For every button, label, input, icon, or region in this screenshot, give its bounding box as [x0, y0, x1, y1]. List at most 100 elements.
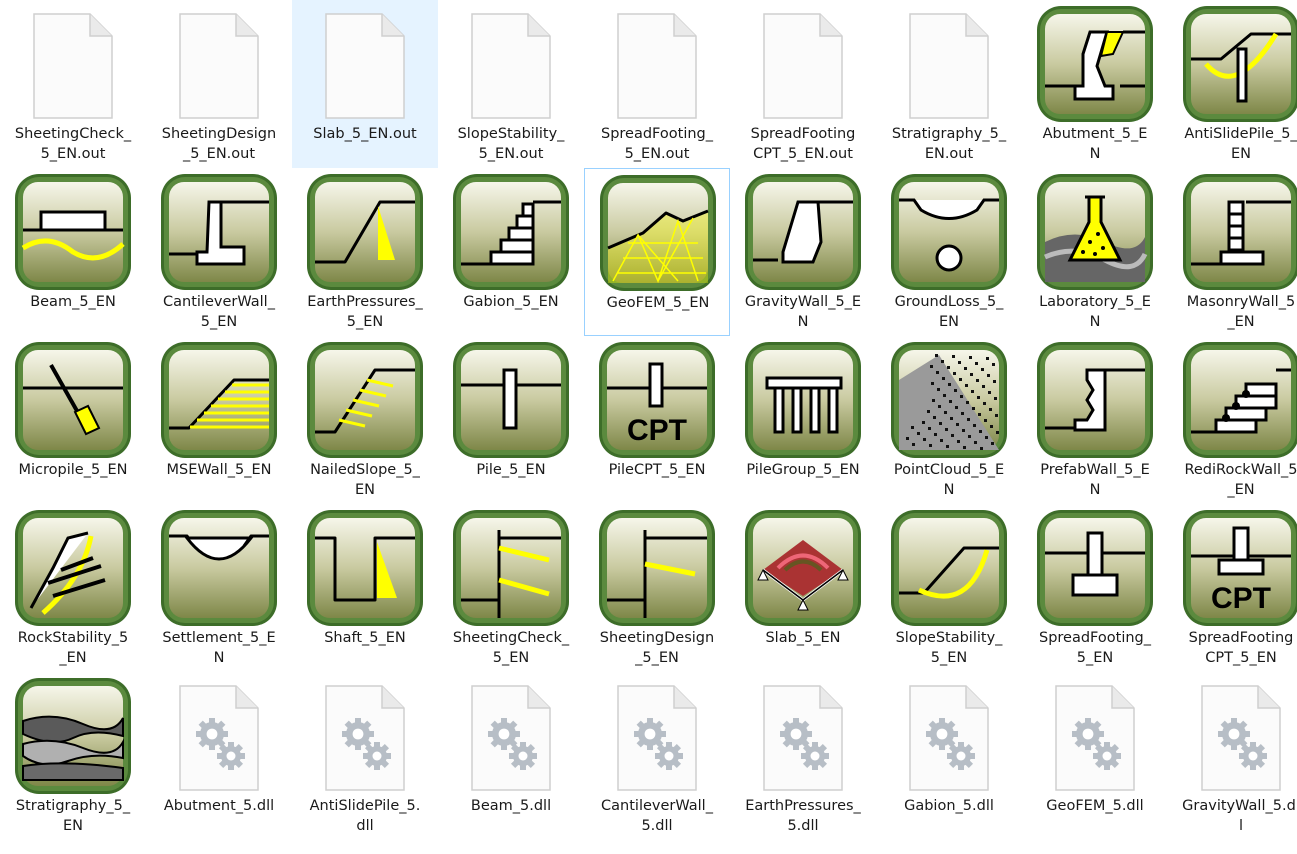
- file-name-label: PileCPT_5_EN: [608, 462, 706, 478]
- file-item[interactable]: SheetingDesign _5_EN: [584, 504, 730, 672]
- file-item[interactable]: EarthPressures_ 5_EN: [292, 168, 438, 336]
- file-item[interactable]: SheetingCheck_ 5_EN.out: [0, 0, 146, 168]
- blank-file-icon: [438, 0, 584, 124]
- blank-file-icon: [292, 0, 438, 124]
- file-item[interactable]: Gabion_5_EN: [438, 168, 584, 336]
- file-item[interactable]: GravityWall_5.dl l: [1168, 672, 1297, 840]
- file-item[interactable]: Slab_5_EN.out: [292, 0, 438, 168]
- antislidepile-icon: [1168, 0, 1297, 124]
- file-name-label: RockStability_5 _EN: [17, 630, 129, 666]
- file-item[interactable]: Slab_5_EN: [730, 504, 876, 672]
- nailedslope-icon: [292, 336, 438, 460]
- slab-icon: [730, 504, 876, 628]
- file-name-label: SheetingDesign _5_EN: [599, 630, 715, 666]
- blank-file-icon: [730, 0, 876, 124]
- masonrywall-icon: [1168, 168, 1297, 292]
- file-item[interactable]: PointCloud_5_E N: [876, 336, 1022, 504]
- file-item[interactable]: Stratigraphy_5_ EN: [0, 672, 146, 840]
- file-item[interactable]: MSEWall_5_EN: [146, 336, 292, 504]
- spreadfooting-icon: [1022, 504, 1168, 628]
- file-item[interactable]: SlopeStability_ 5_EN.out: [438, 0, 584, 168]
- file-name-label: SheetingCheck_ 5_EN: [452, 630, 570, 666]
- file-item[interactable]: RediRockWall_5 _EN: [1168, 336, 1297, 504]
- file-name-label: GeoFEM_5_EN: [606, 295, 710, 311]
- file-item[interactable]: RockStability_5 _EN: [0, 504, 146, 672]
- file-name-label: SlopeStability_ 5_EN.out: [457, 126, 565, 162]
- file-name-label: PointCloud_5_E N: [893, 462, 1005, 498]
- dll-gears-icon: [146, 672, 292, 796]
- file-item[interactable]: Abutment_5.dll: [146, 672, 292, 840]
- file-item[interactable]: Micropile_5_EN: [0, 336, 146, 504]
- file-name-label: SlopeStability_ 5_EN: [895, 630, 1003, 666]
- cantileverwall-icon: [146, 168, 292, 292]
- file-name-label: Gabion_5_EN: [463, 294, 559, 310]
- file-item[interactable]: SpreadFooting_ 5_EN: [1022, 504, 1168, 672]
- file-item[interactable]: AntiSlidePile_5_ EN: [1168, 0, 1297, 168]
- svg-text:CPT: CPT: [1211, 582, 1271, 615]
- file-item[interactable]: Abutment_5_E N: [1022, 0, 1168, 168]
- earthpressures-icon: [292, 168, 438, 292]
- file-name-label: PrefabWall_5_E N: [1040, 462, 1150, 498]
- file-item[interactable]: EarthPressures_ 5.dll: [730, 672, 876, 840]
- file-name-label: Beam_5_EN: [30, 294, 116, 310]
- file-item[interactable]: CPT SpreadFooting CPT_5_EN: [1168, 504, 1297, 672]
- file-item[interactable]: Beam_5_EN: [0, 168, 146, 336]
- pile-icon: [438, 336, 584, 460]
- file-item[interactable]: CantileverWall_ 5_EN: [146, 168, 292, 336]
- file-item[interactable]: Settlement_5_E N: [146, 504, 292, 672]
- file-item[interactable]: SpreadFooting_ 5_EN.out: [584, 0, 730, 168]
- file-item[interactable]: AntiSlidePile_5. dll: [292, 672, 438, 840]
- file-item[interactable]: MasonryWall_5 _EN: [1168, 168, 1297, 336]
- dll-gears-icon: [292, 672, 438, 796]
- file-name-label: Shaft_5_EN: [324, 630, 406, 646]
- dll-gears-icon: [438, 672, 584, 796]
- blank-file-icon: [876, 0, 1022, 124]
- gravitywall-icon: [730, 168, 876, 292]
- file-name-label: GroundLoss_5_ EN: [894, 294, 1004, 330]
- file-name-label: CantileverWall_ 5_EN: [163, 294, 275, 330]
- file-name-label: Slab_5_EN: [765, 630, 841, 646]
- file-item[interactable]: NailedSlope_5_ EN: [292, 336, 438, 504]
- file-name-label: Pile_5_EN: [476, 462, 546, 478]
- file-item[interactable]: GeoFEM_5.dll: [1022, 672, 1168, 840]
- spreadfootingcpt-icon: CPT: [1168, 504, 1297, 628]
- file-item[interactable]: SheetingDesign _5_EN.out: [146, 0, 292, 168]
- dll-gears-icon: [1022, 672, 1168, 796]
- file-item[interactable]: GravityWall_5_E N: [730, 168, 876, 336]
- file-name-label: Abutment_5.dll: [163, 798, 275, 814]
- file-item[interactable]: Gabion_5.dll: [876, 672, 1022, 840]
- file-name-label: MasonryWall_5 _EN: [1186, 294, 1296, 330]
- dll-gears-icon: [730, 672, 876, 796]
- file-name-label: EarthPressures_ 5.dll: [745, 798, 861, 834]
- msewall-icon: [146, 336, 292, 460]
- file-item[interactable]: CPT PileCPT_5_EN: [584, 336, 730, 504]
- file-item[interactable]: Shaft_5_EN: [292, 504, 438, 672]
- file-name-label: SheetingDesign _5_EN.out: [161, 126, 277, 162]
- file-name-label: RediRockWall_5 _EN: [1184, 462, 1297, 498]
- file-name-label: PileGroup_5_EN: [746, 462, 860, 478]
- file-item[interactable]: SpreadFooting CPT_5_EN.out: [730, 0, 876, 168]
- sheetingdesign-icon: [584, 504, 730, 628]
- file-name-label: SpreadFooting CPT_5_EN.out: [750, 126, 856, 162]
- file-name-label: MSEWall_5_EN: [166, 462, 272, 478]
- file-name-label: GravityWall_5.dl l: [1182, 798, 1297, 834]
- file-name-label: Stratigraphy_5_ EN.out: [891, 126, 1007, 162]
- file-item[interactable]: Laboratory_5_E N: [1022, 168, 1168, 336]
- file-item[interactable]: Pile_5_EN: [438, 336, 584, 504]
- shaft-icon: [292, 504, 438, 628]
- file-name-label: Slab_5_EN.out: [313, 126, 417, 142]
- file-name-label: Stratigraphy_5_ EN: [15, 798, 131, 834]
- file-item[interactable]: CantileverWall_ 5.dll: [584, 672, 730, 840]
- pilegroup-icon: [730, 336, 876, 460]
- file-item[interactable]: Beam_5.dll: [438, 672, 584, 840]
- file-item[interactable]: SheetingCheck_ 5_EN: [438, 504, 584, 672]
- file-item[interactable]: PileGroup_5_EN: [730, 336, 876, 504]
- file-item[interactable]: SlopeStability_ 5_EN: [876, 504, 1022, 672]
- file-name-label: Gabion_5.dll: [904, 798, 994, 814]
- file-item[interactable]: Stratigraphy_5_ EN.out: [876, 0, 1022, 168]
- file-name-label: Settlement_5_E N: [162, 630, 276, 666]
- blank-file-icon: [584, 0, 730, 124]
- file-item[interactable]: GeoFEM_5_EN: [584, 168, 730, 336]
- file-item[interactable]: GroundLoss_5_ EN: [876, 168, 1022, 336]
- file-item[interactable]: PrefabWall_5_E N: [1022, 336, 1168, 504]
